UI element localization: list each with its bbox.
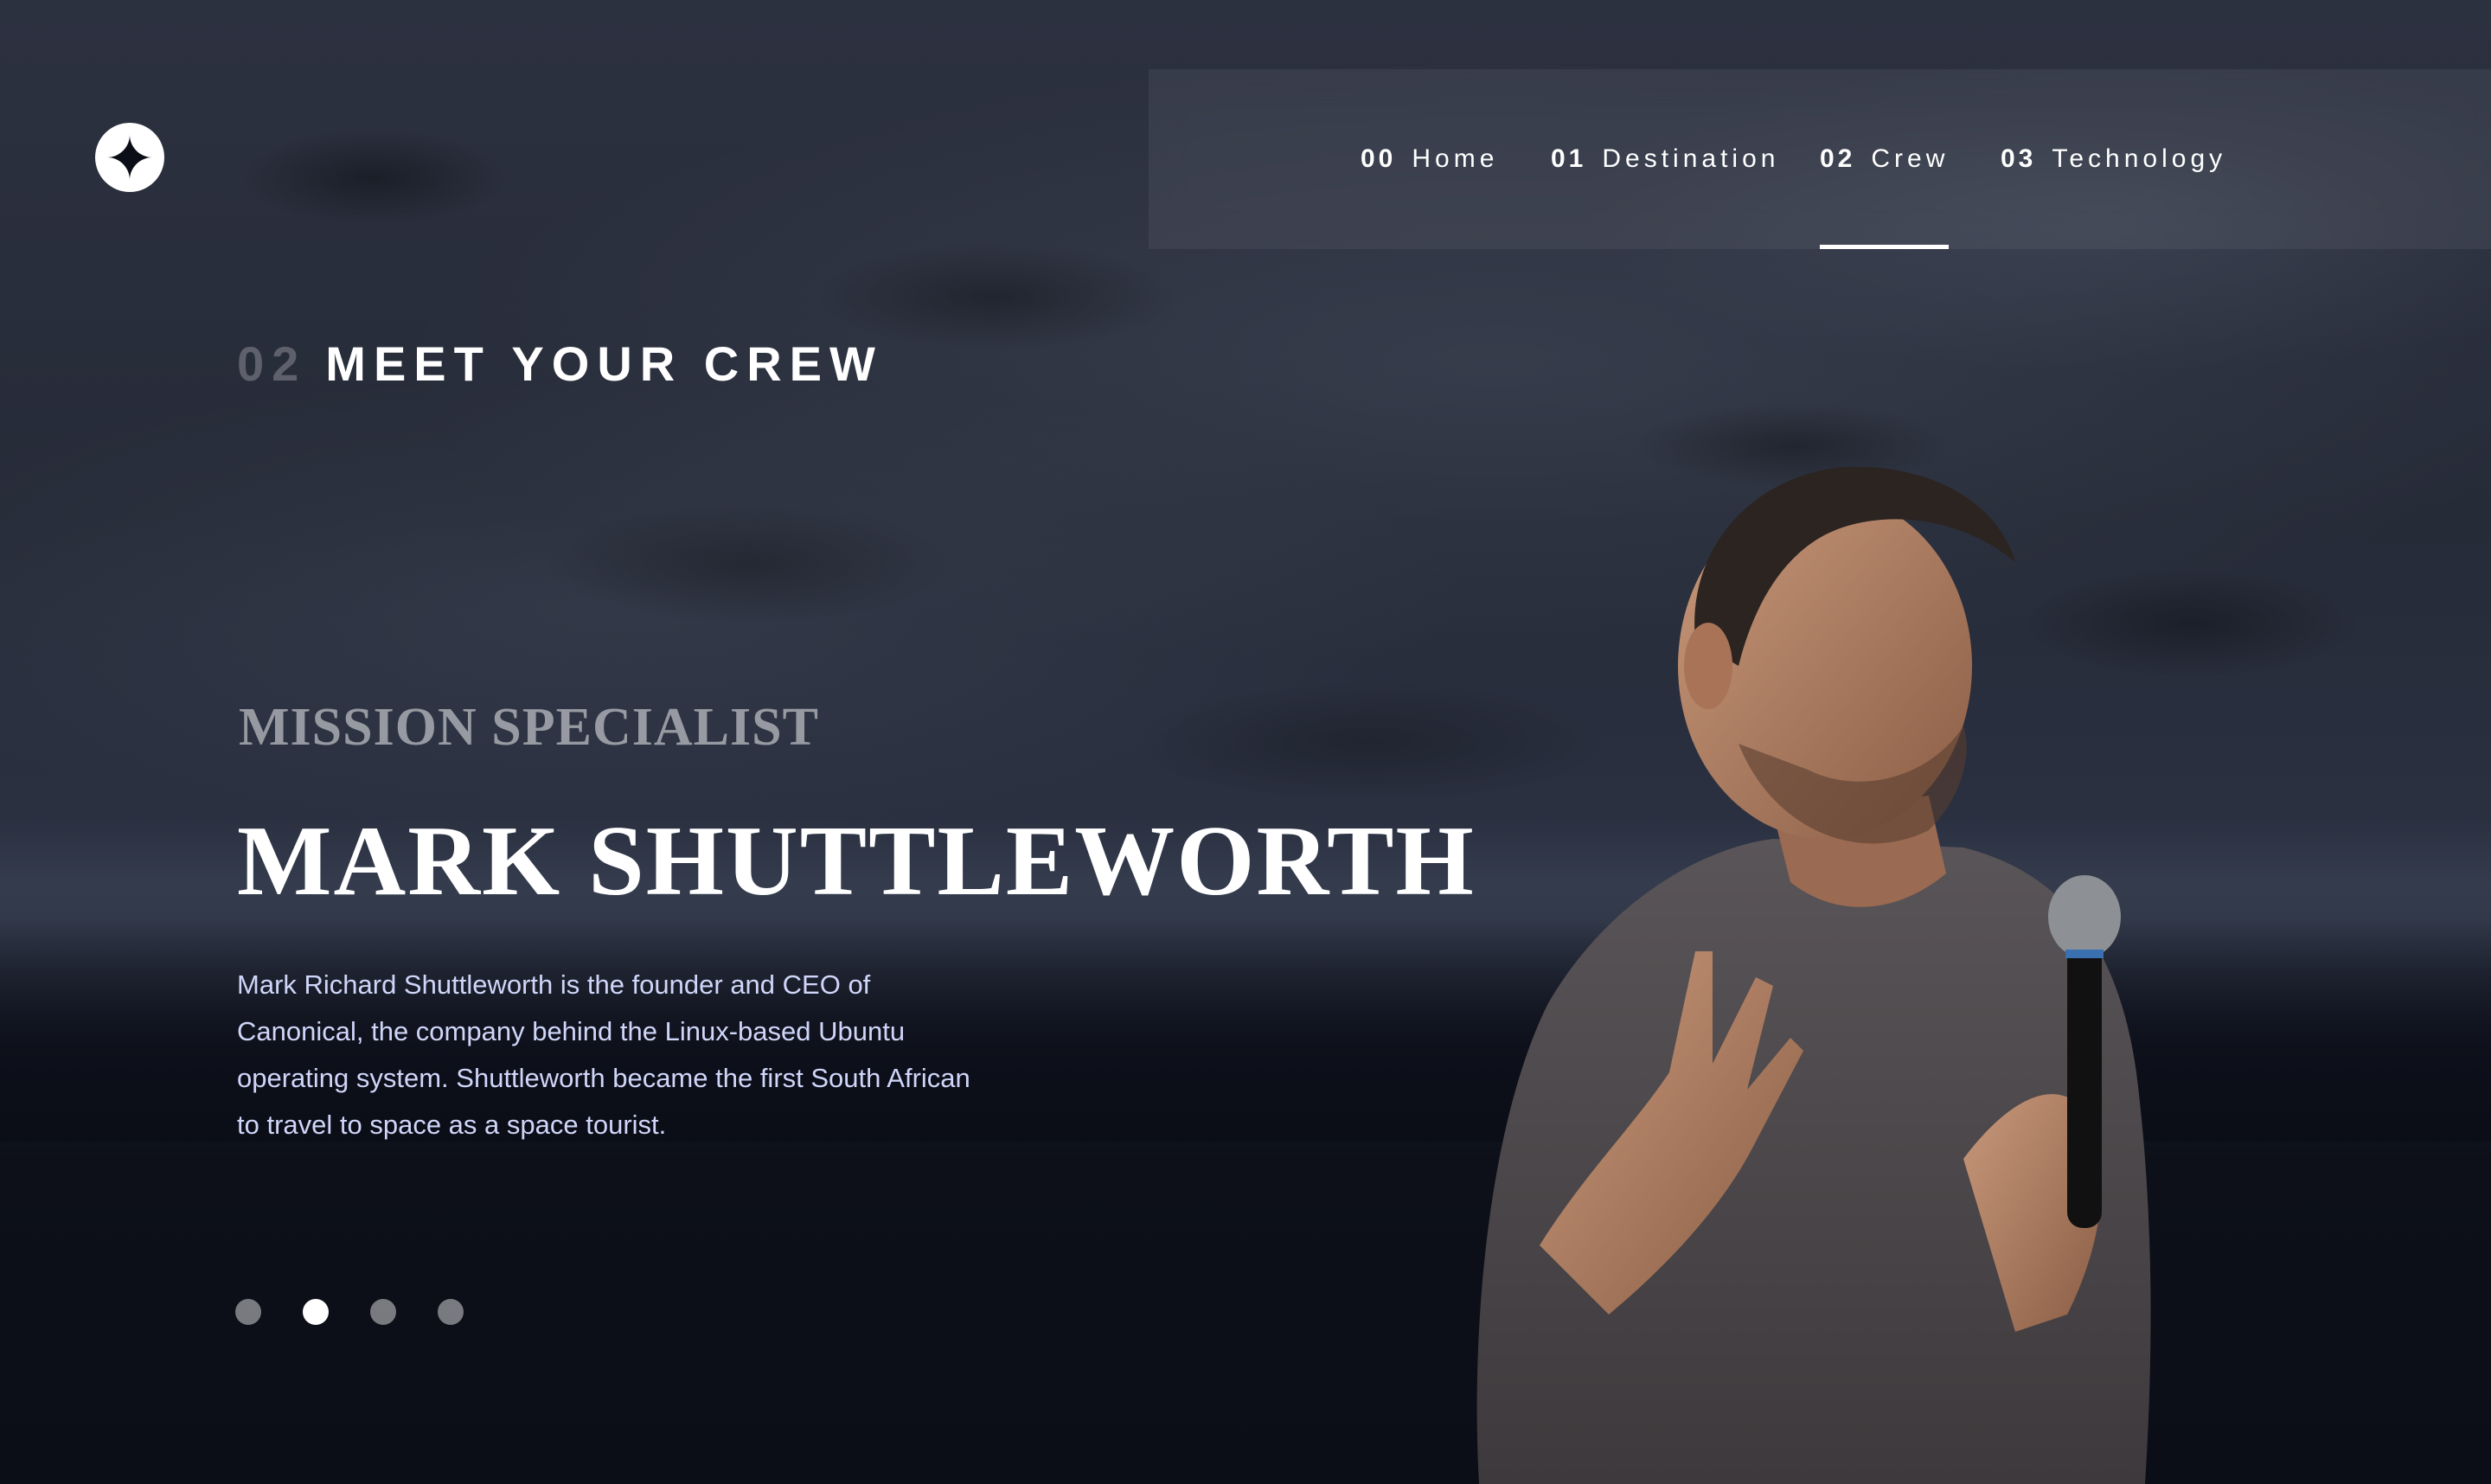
nav-item-number: 01 [1551, 144, 1587, 173]
crew-name: MARK SHUTTLEWORTH [237, 806, 1476, 917]
crew-role: MISSION SPECIALIST [239, 698, 819, 757]
nav-item-number: 03 [2001, 144, 2037, 173]
section-number: 02 [237, 336, 307, 391]
pagination-dot-active[interactable] [303, 1299, 329, 1325]
nav-item-home[interactable]: 00 Home [1361, 69, 1498, 249]
nav-item-label: Technology [2052, 144, 2227, 173]
nav-item-technology[interactable]: 03 Technology [2001, 69, 2226, 249]
pagination-dot[interactable] [370, 1299, 396, 1325]
nav-item-label: Crew [1871, 144, 1950, 173]
nav-item-number: 02 [1820, 144, 1856, 173]
nav-item-number: 00 [1361, 144, 1397, 173]
section-heading: 02 MEET YOUR CREW [237, 336, 883, 392]
section-title: MEET YOUR CREW [325, 336, 883, 391]
logo[interactable] [95, 123, 164, 192]
pagination-dot[interactable] [235, 1299, 261, 1325]
main-nav: 00 Home 01 Destination 02 Crew 03 Techno… [1149, 69, 2491, 249]
nav-item-label: Home [1412, 144, 1499, 173]
crew-pagination [235, 1299, 464, 1325]
crew-bio: Mark Richard Shuttleworth is the founder… [237, 969, 970, 1140]
nav-item-label: Destination [1602, 144, 1780, 173]
crew-portrait [1476, 467, 2151, 1484]
nav-item-destination[interactable]: 01 Destination [1551, 69, 1779, 249]
star-icon [107, 135, 152, 180]
pagination-dot[interactable] [438, 1299, 464, 1325]
nav-item-crew[interactable]: 02 Crew [1820, 69, 1950, 249]
